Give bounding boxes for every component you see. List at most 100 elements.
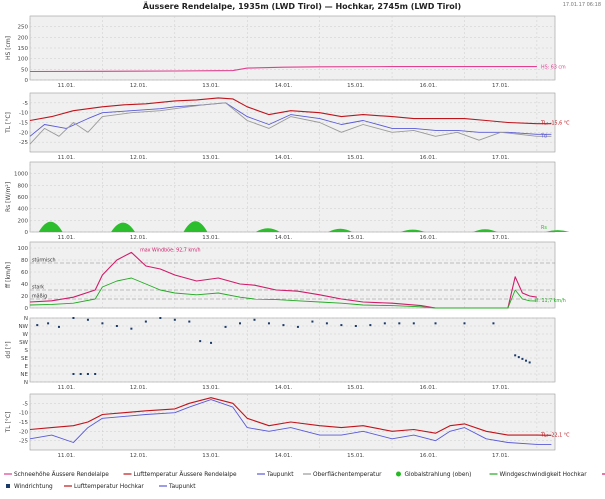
wind-direction-point — [521, 357, 524, 360]
legend-label: Oberflächentemperatur — [313, 472, 382, 478]
legend-label: Windrichtung — [14, 484, 53, 490]
panel-temp1: -25 -20 -15 -10 -5 TL [°C] 11.01. 12.01. 13.01. 1… — [5, 92, 570, 161]
y-tick-label: 800 — [18, 183, 29, 189]
wind-direction-point — [525, 359, 528, 362]
wind-direction-point — [86, 373, 89, 375]
wind-direction-point — [199, 340, 202, 343]
annotation-td: Td — [540, 133, 547, 139]
wind-direction-point — [412, 322, 415, 325]
y-tick-label: -20 — [19, 429, 28, 435]
x-tick-label: 14.01. — [275, 453, 293, 459]
wind-direction-point — [325, 322, 328, 325]
wind-direction-point — [144, 320, 147, 323]
y-tick-label: 60 — [21, 270, 28, 276]
y-tick-label: 600 — [18, 195, 29, 201]
wind-direction-point — [398, 322, 401, 325]
wind-direction-point — [463, 322, 466, 325]
panel-frame — [29, 92, 556, 153]
wind-direction-point — [36, 324, 39, 327]
x-tick-label: 11.01. — [57, 155, 75, 161]
y-tick-label: -5 — [23, 401, 29, 407]
y-tick-label: SW — [19, 340, 28, 346]
y-tick-label: 400 — [18, 207, 29, 213]
x-tick-label: 14.01. — [275, 385, 293, 391]
wind-direction-point — [94, 373, 97, 375]
panel-frame — [29, 161, 556, 233]
reference-label: stürmisch — [32, 258, 56, 264]
wind-direction-point — [383, 322, 386, 325]
panel-snow: 0 50 100 150 200 250 HS [cm] 11.01. 12.01. 13.01.… — [5, 15, 566, 89]
x-tick-label: 16.01. — [420, 453, 438, 459]
x-tick-label: 15.01. — [347, 83, 365, 89]
legend-label: Schneehöhe Äussere Rendelalpe — [14, 471, 109, 478]
wind-direction-point — [340, 324, 343, 327]
y-axis-label: TL [°C] — [5, 112, 12, 134]
x-tick-label: 13.01. — [202, 235, 220, 241]
x-tick-label: 12.01. — [130, 235, 148, 241]
wind-direction-point — [210, 341, 213, 344]
timestamp: 17.01.17 06:18 — [563, 2, 601, 8]
x-tick-label: 16.01. — [420, 155, 438, 161]
annotation-max-gust: max Windböe: 92,7 km/h — [140, 247, 200, 253]
y-tick-label: N — [24, 380, 28, 386]
x-tick-label: 15.01. — [347, 453, 365, 459]
y-tick-label: -15 — [19, 121, 28, 127]
y-tick-label: 40 — [21, 282, 28, 288]
wind-direction-point — [101, 322, 104, 325]
y-tick-label: 200 — [18, 35, 29, 41]
legend-label: Lufttemperatur Äussere Rendelalpe — [134, 471, 237, 478]
wind-direction-point — [369, 324, 372, 327]
annotation-ff: ff: 11,7 km/h — [535, 298, 566, 304]
legend-label: Globalstrahlung (oben) — [405, 472, 472, 478]
legend-swatch — [6, 484, 10, 488]
x-tick-label: 12.01. — [130, 385, 148, 391]
x-tick-label: 15.01. — [347, 235, 365, 241]
x-tick-label: 15.01. — [347, 155, 365, 161]
wind-direction-point — [492, 322, 495, 325]
wind-direction-point — [282, 324, 285, 327]
x-tick-label: 11.01. — [57, 453, 75, 459]
y-tick-label: -20 — [19, 130, 28, 136]
panel-frame — [29, 241, 556, 309]
y-axis-label: ff [km/h] — [5, 262, 12, 288]
y-tick-label: N — [24, 316, 28, 322]
wind-direction-point — [253, 318, 256, 321]
y-tick-label: -25 — [19, 439, 28, 445]
legend-label: Taupunkt — [266, 472, 294, 478]
y-tick-label: E — [25, 364, 29, 370]
y-tick-label: 150 — [18, 46, 29, 52]
y-tick-label: -5 — [23, 101, 29, 107]
wind-direction-point — [224, 325, 227, 328]
wind-direction-point — [528, 361, 531, 364]
y-tick-label: W — [23, 332, 29, 338]
wind-direction-point — [57, 325, 60, 328]
y-tick-label: 50 — [21, 67, 28, 73]
chart-title: Äussere Rendelalpe, 1935m (LWD Tirol) — … — [143, 1, 461, 11]
x-tick-label: 17.01. — [492, 453, 510, 459]
y-axis-label: Rs [W/m²] — [5, 182, 12, 212]
y-tick-label: 0 — [25, 306, 29, 312]
wind-direction-point — [296, 325, 299, 328]
wind-direction-point — [173, 318, 176, 321]
wind-direction-point — [79, 373, 82, 375]
y-tick-label: 20 — [21, 294, 28, 300]
x-tick-label: 12.01. — [130, 453, 148, 459]
x-tick-label: 17.01. — [492, 155, 510, 161]
y-tick-label: 200 — [18, 218, 29, 224]
y-tick-label: S — [25, 348, 29, 354]
legend-label: Windgeschwindigkeit Hochkar — [500, 472, 588, 478]
x-tick-label: 14.01. — [275, 83, 293, 89]
x-tick-label: 13.01. — [202, 83, 220, 89]
y-tick-label: -15 — [19, 420, 28, 426]
panel-frame — [29, 317, 556, 383]
x-tick-label: 11.01. — [57, 83, 75, 89]
wind-direction-point — [130, 327, 133, 330]
y-axis-label: HS [cm] — [5, 36, 12, 60]
y-tick-label: 100 — [18, 246, 29, 252]
y-tick-label: 0 — [25, 230, 29, 236]
panel-temp2: -25 -20 -15 -10 -5 TL [°C] 11.01. 12.01. 13.01. 1… — [5, 393, 570, 459]
panel-radiation: 0 200 400 600 800 1000Rs [W/m²] 11.01. 12.01. 13… — [5, 161, 570, 241]
x-tick-label: 11.01. — [57, 385, 75, 391]
annotation-hs: HS: 63 cm — [541, 65, 566, 71]
x-tick-label: 14.01. — [275, 155, 293, 161]
